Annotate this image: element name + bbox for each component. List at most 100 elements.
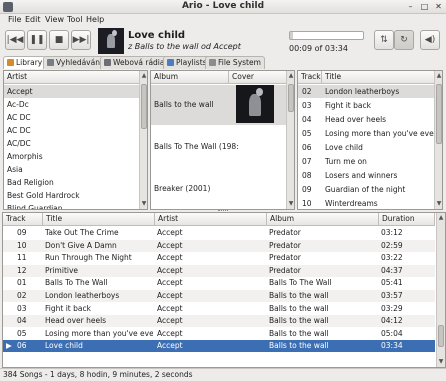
album-list: Album Cover Balls to the wall Balls To T… — [150, 70, 295, 210]
track-album: Balls to the wall — [269, 303, 329, 313]
menu-edit[interactable]: Edit — [25, 15, 41, 24]
source-tabs: Library Vyhledávání Webová rádia Playlis… — [0, 56, 446, 70]
track-title: Fight it back — [45, 303, 91, 313]
playlist-row[interactable]: 11 Run Through The Night Accept Predator 03:… — [3, 252, 435, 264]
playlist-row[interactable]: 01 Balls To The Wall Accept Balls To The Wa… — [3, 277, 435, 289]
track-number-header[interactable]: Track — [298, 71, 322, 84]
track-number: 12 — [17, 265, 27, 275]
artist-row[interactable]: AC/DC — [4, 137, 139, 150]
track-row[interactable]: 02 London leatherboys — [298, 85, 434, 98]
tab-library[interactable]: Library — [3, 56, 47, 69]
tab-search[interactable]: Vyhledávání — [43, 56, 107, 69]
album-row[interactable]: Breaker (2001) — [151, 169, 287, 209]
radio-icon — [104, 59, 111, 66]
track-number: 02 — [17, 291, 27, 300]
playlist-row[interactable]: 04 Head over heels Accept Balls to the wall… — [3, 315, 435, 328]
repeat-icon: ⇅ — [380, 35, 388, 45]
track-title: Love child — [45, 341, 83, 351]
album-header[interactable]: Album — [151, 71, 229, 84]
track-album: Balls to the wall — [269, 316, 329, 326]
track-title: Winterdreams — [325, 199, 378, 208]
pause-button[interactable]: ❚❚ — [27, 30, 47, 50]
playlist-row[interactable]: 05 Losing more than you've ever h Accept Ba… — [3, 328, 435, 340]
track-row[interactable]: 06 Love child — [298, 141, 434, 154]
maximize-icon[interactable]: □ — [419, 2, 430, 12]
menu-help[interactable]: Help — [86, 15, 104, 24]
stop-button[interactable]: ■ — [49, 30, 69, 50]
playlist-row[interactable]: 09 Take Out The Crime Accept Predator 03:12 — [3, 227, 435, 239]
album-row[interactable]: Balls To The Wall (198: — [151, 127, 287, 167]
artist-row[interactable]: Asia — [4, 163, 139, 176]
track-row[interactable]: 04 Head over heels — [298, 113, 434, 126]
track-scrollbar[interactable]: ▲ ▼ — [434, 71, 442, 209]
track-duration: 03:12 — [381, 228, 403, 237]
previous-button[interactable]: |◀◀ — [5, 30, 25, 50]
track-title: Losers and winners — [325, 171, 398, 180]
track-number: 01 — [17, 278, 27, 288]
col-artist[interactable]: Artist — [155, 213, 267, 226]
track-row[interactable]: 05 Losing more than you've ever h — [298, 127, 434, 140]
track-album: Balls to the wall — [269, 328, 329, 338]
album-scrollbar[interactable]: ▲ ▼ — [286, 71, 294, 209]
artist-list: Artist Accept Ac-Dc AC DC AC DC AC/DC Amorphi… — [3, 70, 148, 210]
track-row[interactable]: 08 Losers and winners — [298, 169, 434, 182]
col-album[interactable]: Album — [267, 213, 379, 226]
playlist-row[interactable]: 12 Primitive Accept Predator 04:37 — [3, 264, 435, 277]
album-cover — [236, 85, 274, 123]
playlist-row[interactable]: 02 London leatherboys Accept Balls to the w… — [3, 290, 435, 302]
window-title: Ario - Love child — [181, 1, 265, 11]
artist-header[interactable]: Artist — [4, 71, 140, 84]
track-row[interactable]: 10 Winterdreams — [298, 197, 434, 209]
volume-button[interactable]: ◀) — [420, 30, 440, 50]
progress-slider[interactable] — [289, 31, 364, 40]
artist-row[interactable]: Ac-Dc — [4, 98, 139, 111]
repeat-button[interactable]: ⇅ — [374, 30, 394, 50]
menu-view[interactable]: View — [45, 15, 64, 24]
cover-header[interactable]: Cover — [229, 71, 287, 84]
track-title: Primitive — [45, 265, 79, 275]
artist-name: Blind Guardian — [7, 204, 63, 210]
col-title[interactable]: Title — [43, 213, 155, 226]
close-icon[interactable]: ✕ — [433, 2, 444, 12]
artist-name: Asia — [7, 165, 23, 174]
artist-row[interactable]: Accept — [4, 85, 139, 98]
tab-file-system[interactable]: File System — [205, 56, 265, 69]
track-album: Balls to the wall — [269, 291, 329, 300]
track-number: 04 — [17, 316, 27, 326]
col-track[interactable]: Track — [3, 213, 43, 226]
playlist-row[interactable]: 10 Don't Give A Damn Accept Predator 02:59 — [3, 239, 435, 252]
track-number: 09 — [302, 185, 312, 194]
artist-row[interactable]: AC DC — [4, 124, 139, 137]
menu-tool[interactable]: Tool — [67, 15, 83, 24]
track-row[interactable]: 03 Fight it back — [298, 99, 434, 112]
tab-radios[interactable]: Webová rádia — [100, 56, 169, 69]
minimize-icon[interactable]: – — [405, 2, 416, 12]
playlist-row-playing[interactable]: ▶ 06 Love child Accept Balls to the wall 03:3… — [3, 340, 435, 353]
track-list: Track Title 02 London leatherboys 03 Fight … — [297, 70, 443, 210]
next-button[interactable]: ▶▶| — [71, 30, 91, 50]
col-duration[interactable]: Duration — [379, 213, 435, 226]
track-number: 04 — [302, 115, 312, 124]
track-duration: 04:37 — [381, 265, 403, 275]
artist-row[interactable]: Bad Religion — [4, 176, 139, 189]
track-album: Predator — [269, 228, 301, 237]
track-title: Losing more than you've ever h — [45, 328, 153, 338]
artist-row[interactable]: Best Gold Hardrock — [4, 189, 139, 202]
status-bar: 384 Songs - 1 days, 8 hodin, 9 minutes, … — [0, 368, 446, 380]
track-title-header[interactable]: Title — [322, 71, 435, 84]
track-number: 08 — [302, 171, 312, 180]
track-duration: 03:34 — [381, 341, 403, 351]
artist-row[interactable]: AC DC — [4, 111, 139, 124]
artist-row[interactable]: Blind Guardian — [4, 202, 139, 210]
artist-scrollbar[interactable]: ▲ ▼ — [139, 71, 147, 209]
track-row[interactable]: 07 Turn me on — [298, 155, 434, 168]
playlist-scrollbar[interactable]: ▲ ▼ — [436, 213, 445, 367]
playlist-row[interactable]: 03 Fight it back Accept Balls to the wall 03… — [3, 303, 435, 315]
artist-row[interactable]: Amorphis — [4, 150, 139, 163]
random-button[interactable]: ↻ — [394, 30, 414, 50]
track-artist: Accept — [157, 328, 183, 338]
tab-playlists[interactable]: Playlists — [163, 56, 211, 69]
track-row[interactable]: 09 Guardian of the night — [298, 183, 434, 196]
menu-file[interactable]: File — [8, 15, 21, 24]
track-number: 05 — [302, 129, 312, 138]
